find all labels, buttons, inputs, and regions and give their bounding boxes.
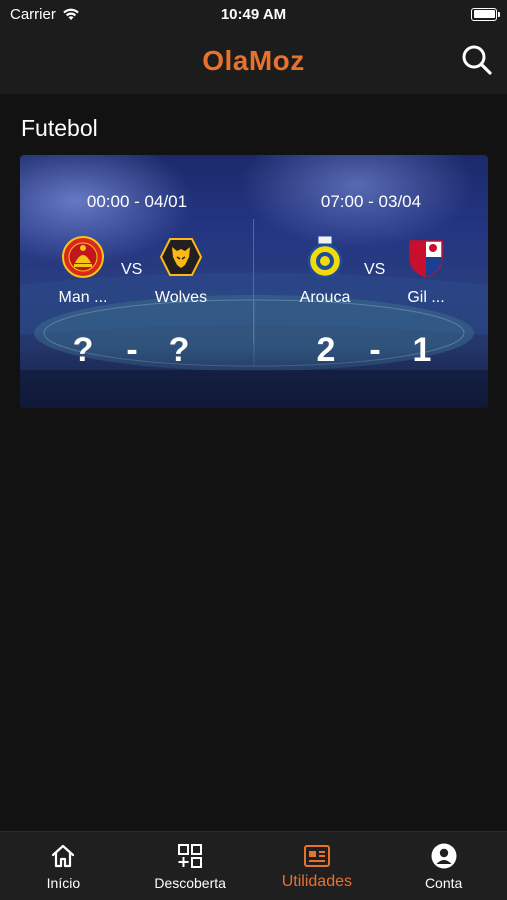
- match-datetime: 07:00 - 03/04: [320, 192, 422, 211]
- away-team: Gil ...: [386, 235, 466, 307]
- home-team: Man ...: [43, 235, 123, 307]
- carrier-label: Carrier: [10, 5, 56, 23]
- away-team: Wolves: [141, 235, 221, 307]
- home-team-name: Arouca: [299, 289, 351, 306]
- app-title: OlaMoz: [202, 45, 305, 76]
- search-icon: [462, 45, 492, 75]
- tab-descoberta[interactable]: Descoberta: [127, 832, 254, 900]
- match-datetime: 00:00 - 04/01: [86, 192, 188, 211]
- away-team-name: Gil ...: [407, 289, 445, 306]
- home-score: ?: [72, 331, 94, 369]
- match-item[interactable]: 07:00 - 03/04 Arouca VS Gil ... 2 - 1: [254, 155, 488, 408]
- account-icon: [431, 843, 457, 869]
- arouca-logo: [307, 235, 343, 279]
- status-bar: Carrier 10:49 AM: [0, 0, 507, 28]
- away-score: ?: [168, 331, 190, 369]
- home-team-name: Man ...: [58, 289, 108, 306]
- status-left: Carrier: [10, 6, 80, 23]
- section-title: Futebol: [21, 115, 98, 141]
- tab-bar: Início Descoberta Utilidades Conta: [0, 831, 507, 900]
- manchester-united-logo: [62, 236, 104, 278]
- match-item[interactable]: 00:00 - 04/01 Man ... VS Wolves ? - ?: [20, 155, 254, 408]
- wolves-logo: [159, 238, 203, 276]
- tab-label: Descoberta: [154, 875, 226, 891]
- search-button[interactable]: [459, 42, 495, 78]
- home-team: Arouca: [285, 235, 365, 307]
- grid-plus-icon: [178, 844, 203, 868]
- tab-utilidades[interactable]: Utilidades: [254, 832, 381, 900]
- gil-vicente-logo: [409, 240, 443, 278]
- away-team-name: Wolves: [154, 289, 208, 306]
- vs-label: VS: [364, 261, 386, 278]
- vs-label: VS: [121, 261, 143, 278]
- tab-inicio[interactable]: Início: [0, 832, 127, 900]
- home-icon: [52, 844, 75, 868]
- score-separator: -: [126, 331, 138, 369]
- home-score: 2: [316, 331, 336, 369]
- match-card[interactable]: 00:00 - 04/01 Man ... VS Wolves ? - ? 07…: [20, 155, 488, 408]
- newspaper-icon: [303, 845, 330, 867]
- away-score: 1: [412, 331, 432, 369]
- tab-label: Início: [46, 875, 81, 891]
- tab-conta[interactable]: Conta: [380, 832, 507, 900]
- tab-label: Conta: [424, 875, 463, 891]
- wifi-icon: [63, 8, 79, 20]
- app-header: OlaMoz: [0, 28, 507, 94]
- tab-label: Utilidades: [281, 873, 352, 890]
- score-separator: -: [369, 331, 381, 369]
- battery-icon: [471, 7, 500, 21]
